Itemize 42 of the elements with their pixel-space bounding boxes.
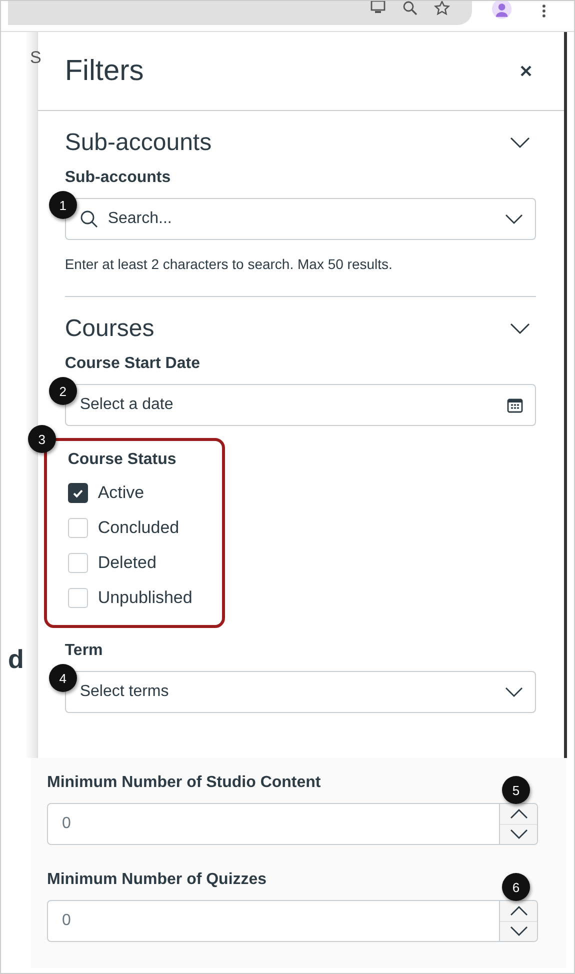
chevron-down-icon[interactable] [510, 137, 530, 149]
section-heading: Sub-accounts [64, 129, 212, 157]
field-label: Term [64, 642, 103, 660]
calendar-icon [507, 397, 524, 413]
chevron-down-icon [510, 926, 528, 936]
number-field[interactable]: 0 [47, 900, 538, 942]
hint-text: Enter at least 2 characters to search. Max 50 results. [64, 256, 394, 272]
close-icon [520, 65, 532, 77]
date-field[interactable]: Select a date [64, 384, 536, 426]
avatar-icon[interactable] [492, 1, 512, 19]
chevron-up-icon [510, 808, 528, 819]
field-label: Sub-accounts [64, 169, 171, 187]
checkbox-label: Deleted [98, 552, 156, 572]
callout-badge: 6 [502, 873, 530, 901]
checkbox[interactable] [68, 482, 88, 502]
number-field[interactable]: 0 [47, 803, 538, 845]
menu-icon[interactable] [542, 3, 546, 19]
panel-title: Filters [64, 54, 144, 88]
chevron-up-icon [510, 906, 528, 916]
field-label: Course Status [68, 451, 176, 469]
checkbox-label: Active [98, 482, 144, 502]
checkbox-label: Unpublished [98, 588, 192, 608]
callout-badge: 4 [48, 664, 77, 692]
chevron-down-icon [505, 214, 524, 224]
callout-badge: 1 [48, 191, 77, 219]
page-text: S [30, 48, 42, 68]
field-label: Minimum Number of Studio Content [47, 774, 321, 792]
page-text: d [8, 644, 24, 675]
callout-badge: 5 [502, 776, 530, 804]
star-icon[interactable] [434, 1, 450, 16]
search-icon [80, 210, 98, 228]
chevron-down-icon[interactable] [510, 323, 530, 335]
cast-icon[interactable] [370, 1, 386, 16]
chevron-down-icon [505, 687, 524, 697]
zoom-icon[interactable] [402, 1, 418, 16]
search-field[interactable]: Search... [64, 198, 536, 240]
section-heading: Courses [64, 315, 154, 343]
field-label: Course Start Date [64, 355, 200, 373]
field-label: Minimum Number of Quizzes [47, 871, 267, 889]
chevron-down-icon [510, 829, 528, 840]
callout-badge: 2 [48, 377, 77, 405]
checkbox-label: Concluded [98, 518, 180, 538]
